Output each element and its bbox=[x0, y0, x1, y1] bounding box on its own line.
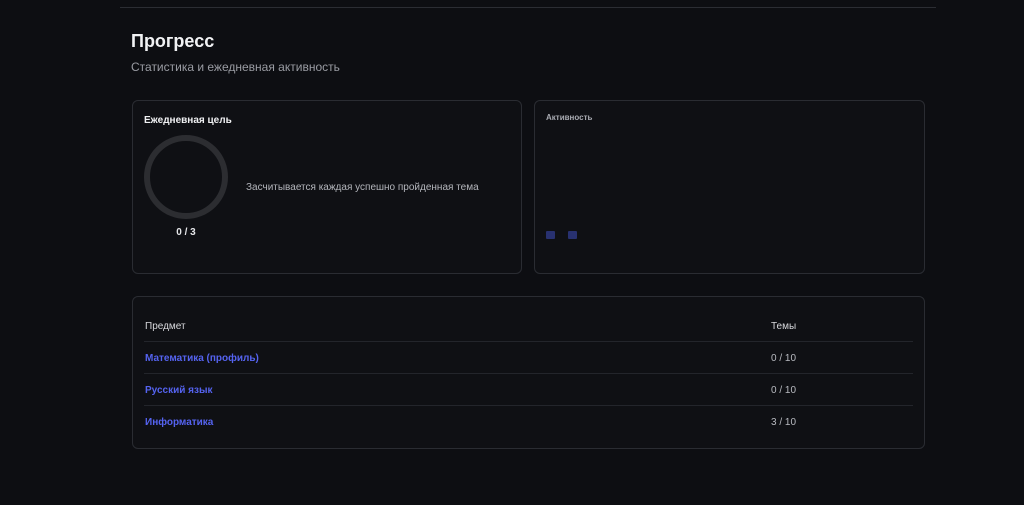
subject-topics-russian: 0 / 10 bbox=[771, 385, 797, 396]
table-row: Информатика 3 / 10 bbox=[144, 406, 913, 438]
page-title: Прогресс bbox=[131, 31, 215, 51]
subjects-card: Предмет Темы Математика (профиль) 0 / 10… bbox=[132, 296, 925, 449]
subject-link-math[interactable]: Математика (профиль) bbox=[145, 352, 259, 365]
daily-goal-ring bbox=[144, 135, 228, 219]
activity-cell bbox=[568, 231, 577, 239]
subject-link-informatics[interactable]: Информатика bbox=[145, 416, 213, 429]
subject-topics-math: 0 / 10 bbox=[771, 353, 797, 364]
column-header-subject: Предмет bbox=[145, 321, 186, 332]
table-row: Математика (профиль) 0 / 10 bbox=[144, 342, 913, 374]
top-divider bbox=[120, 7, 936, 8]
subject-topics-informatics: 3 / 10 bbox=[771, 417, 797, 428]
subjects-table: Предмет Темы Математика (профиль) 0 / 10… bbox=[144, 310, 913, 438]
daily-goal-ring-track bbox=[144, 135, 228, 219]
daily-goal-count: 0 / 3 bbox=[176, 227, 196, 238]
daily-goal-hint: Засчитывается каждая успешно пройденная … bbox=[246, 182, 479, 193]
activity-cell bbox=[546, 231, 555, 239]
subjects-table-header: Предмет Темы bbox=[144, 310, 913, 342]
table-row: Русский язык 0 / 10 bbox=[144, 374, 913, 406]
activity-heatmap bbox=[546, 231, 586, 241]
progress-page: Прогресс Статистика и ежедневная активно… bbox=[0, 0, 1024, 505]
subject-link-russian[interactable]: Русский язык bbox=[145, 384, 213, 397]
activity-card: Активность bbox=[534, 100, 925, 274]
page-subtitle: Статистика и ежедневная активность bbox=[131, 60, 340, 74]
activity-title: Активность bbox=[546, 113, 593, 122]
daily-goal-card: Ежедневная цель 0 / 3 Засчитывается кажд… bbox=[132, 100, 522, 274]
daily-goal-title: Ежедневная цель bbox=[144, 115, 232, 126]
column-header-topics: Темы bbox=[771, 321, 797, 332]
